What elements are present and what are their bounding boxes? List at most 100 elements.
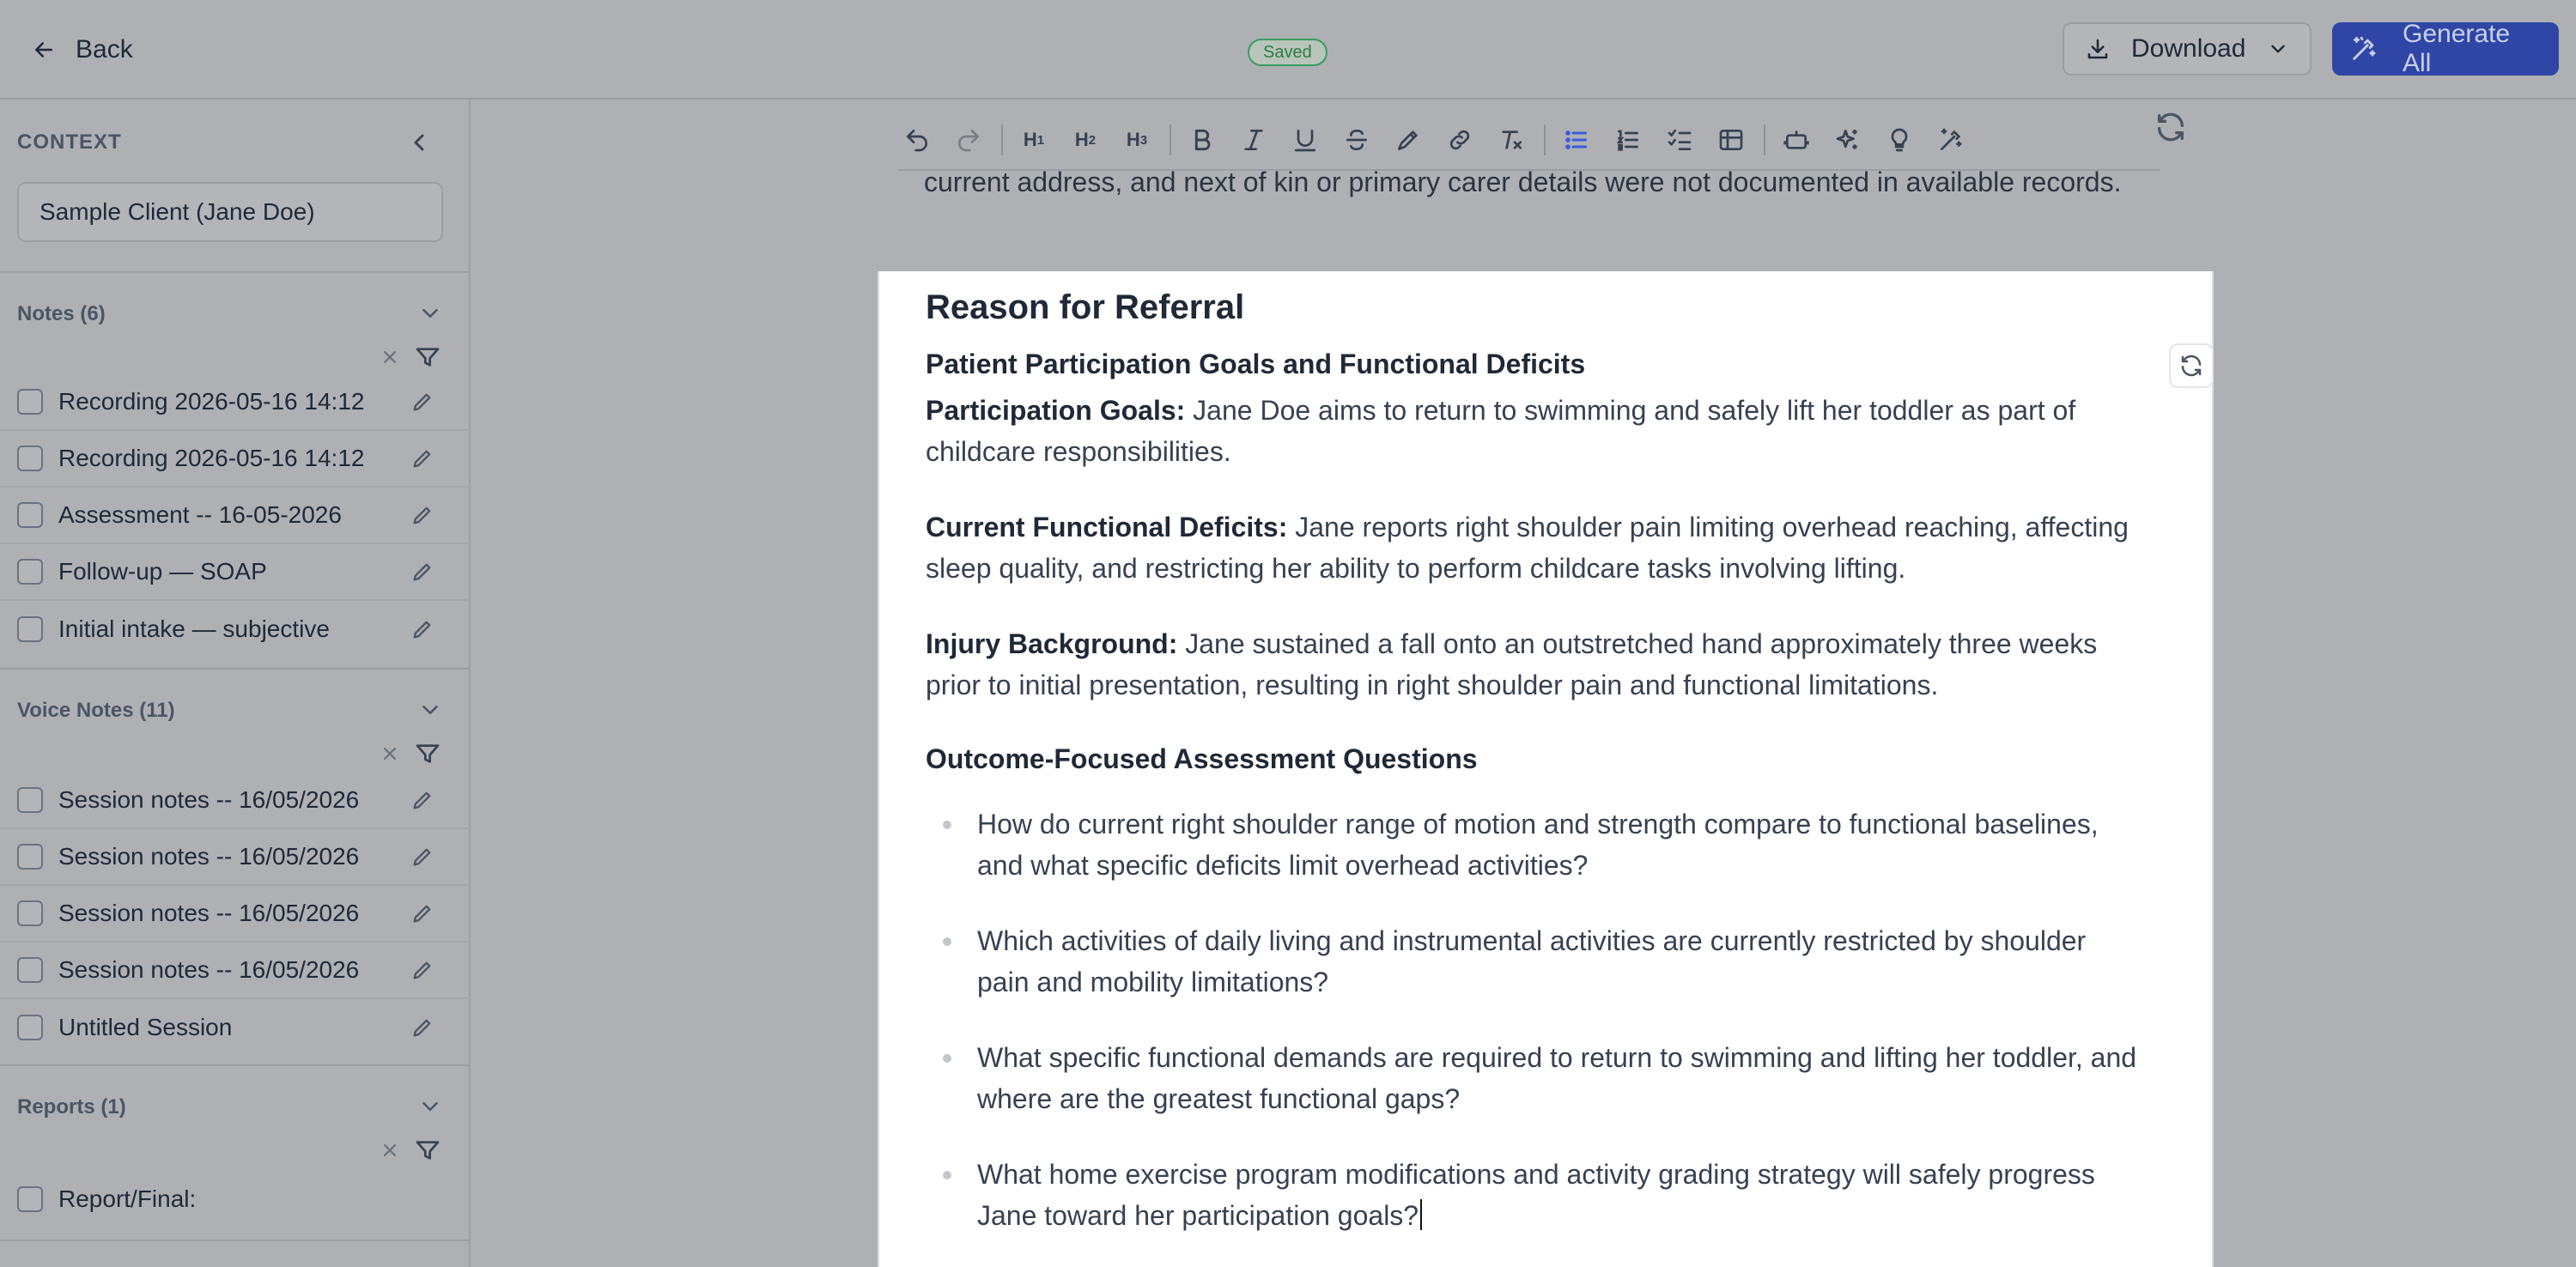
undo-button[interactable] <box>898 121 936 159</box>
pencil-icon[interactable] <box>410 390 434 414</box>
bullet-item: Which activities of daily living and ins… <box>926 920 2145 1003</box>
note-checkbox[interactable] <box>17 616 43 642</box>
voice-note-checkbox[interactable] <box>17 844 43 870</box>
bullet-item: What specific functional demands are req… <box>926 1037 2145 1119</box>
download-icon <box>2087 39 2108 59</box>
report-label: Report/Final: <box>58 1185 197 1212</box>
list-item[interactable]: Session notes -- 16/05/2026 <box>0 773 471 829</box>
download-button[interactable]: Download <box>2063 22 2312 76</box>
list-item[interactable]: Session notes -- 16/05/2026 <box>0 829 471 886</box>
context-sidebar: CONTEXT Sample Client (Jane Doe) Notes (… <box>0 100 471 1267</box>
filter-icon[interactable] <box>414 740 441 767</box>
voice-note-checkbox[interactable] <box>17 900 43 926</box>
link-icon <box>1449 130 1470 150</box>
list-item[interactable]: Report/Final: <box>0 1171 471 1228</box>
list-item[interactable]: Session notes -- 16/05/2026 <box>0 943 471 999</box>
heading-1-button[interactable]: H1 <box>1015 121 1053 159</box>
checklist-button[interactable] <box>1661 121 1698 159</box>
back-label: Back <box>76 35 133 64</box>
arrow-left-icon <box>35 42 52 58</box>
toolbar-separator <box>1544 124 1546 155</box>
pencil-icon[interactable] <box>410 901 434 925</box>
regenerate-section-button[interactable] <box>2169 343 2214 388</box>
bullet-list-button[interactable] <box>1558 121 1595 159</box>
clear-filter-icon[interactable] <box>378 345 402 369</box>
pencil-icon[interactable] <box>410 788 434 812</box>
suggestion-button[interactable] <box>1880 121 1918 159</box>
pencil-icon[interactable] <box>410 503 434 527</box>
pencil-icon[interactable] <box>410 845 434 869</box>
back-button[interactable]: Back <box>31 27 133 72</box>
magic-wand-icon <box>1941 128 1962 150</box>
paragraph-label: Participation Goals: <box>926 395 1186 426</box>
magic-wand-icon <box>2353 36 2376 60</box>
ai-assistant-button[interactable] <box>1777 121 1815 159</box>
filter-icon[interactable] <box>414 1137 441 1164</box>
heading-2-sub: 2 <box>1088 132 1097 148</box>
chevron-down-icon[interactable] <box>417 697 443 723</box>
voice-note-checkbox[interactable] <box>17 1015 43 1040</box>
note-checkbox[interactable] <box>17 559 43 585</box>
saved-status-badge: Saved <box>1248 39 1327 66</box>
paragraph-participation-goals: Participation Goals: Jane Doe aims to re… <box>926 390 2145 472</box>
collapse-sidebar-icon[interactable] <box>405 129 433 156</box>
pencil-icon[interactable] <box>410 617 434 641</box>
paragraph-label: Injury Background: <box>926 628 1178 659</box>
generate-all-button[interactable]: Generate All <box>2332 20 2559 77</box>
list-item[interactable]: Follow-up — SOAP <box>0 544 471 601</box>
note-checkbox[interactable] <box>17 502 43 528</box>
voice-note-label: Session notes -- 16/05/2026 <box>58 786 360 813</box>
redo-button[interactable] <box>950 121 987 159</box>
pencil-icon[interactable] <box>410 446 434 470</box>
note-checkbox[interactable] <box>17 446 43 471</box>
italic-button[interactable] <box>1235 121 1273 159</box>
list-item[interactable]: Untitled Session <box>0 999 471 1056</box>
heading-2-button[interactable]: H2 <box>1066 121 1104 159</box>
table-icon <box>1719 130 1743 150</box>
context-label: CONTEXT <box>17 130 122 154</box>
heading-2-label: H <box>1074 129 1089 150</box>
chevron-down-icon[interactable] <box>417 1094 443 1119</box>
undo-icon <box>907 130 927 152</box>
pencil-icon[interactable] <box>410 1015 434 1040</box>
client-selector[interactable]: Sample Client (Jane Doe) <box>17 182 443 242</box>
note-label: Initial intake — subjective <box>58 615 330 642</box>
section-heading: Reason for Referral <box>926 288 1245 326</box>
heading-3-label: H <box>1126 129 1140 150</box>
strikethrough-button[interactable] <box>1338 121 1376 159</box>
clear-formatting-button[interactable] <box>1492 121 1530 159</box>
refresh-icon[interactable] <box>2154 110 2188 144</box>
divider <box>0 1240 471 1241</box>
table-button[interactable] <box>1712 121 1750 159</box>
report-checkbox[interactable] <box>17 1186 43 1212</box>
underline-button[interactable] <box>1286 121 1324 159</box>
list-item[interactable]: Initial intake — subjective <box>0 601 471 658</box>
list-item[interactable]: Session notes -- 16/05/2026 <box>0 886 471 943</box>
pencil-icon[interactable] <box>410 958 434 982</box>
divider <box>0 271 471 273</box>
list-item[interactable]: Recording 2026-05-16 14:12 <box>0 431 471 488</box>
voice-note-checkbox[interactable] <box>17 957 43 983</box>
heading-3-button[interactable]: H3 <box>1118 121 1156 159</box>
generate-all-label: Generate All <box>2403 20 2511 77</box>
paragraph-injury-background: Injury Background: Jane sustained a fall… <box>926 623 2145 706</box>
list-item[interactable]: Recording 2026-05-16 14:12 <box>0 374 471 431</box>
clear-filter-icon[interactable] <box>378 742 402 766</box>
numbered-list-button[interactable] <box>1609 121 1647 159</box>
sparkles-button[interactable] <box>1829 121 1867 159</box>
link-button[interactable] <box>1441 121 1479 159</box>
editor-active-section[interactable]: Reason for Referral Patient Participatio… <box>878 271 2214 1267</box>
note-checkbox[interactable] <box>17 389 43 415</box>
filter-icon[interactable] <box>414 343 441 371</box>
voice-note-checkbox[interactable] <box>17 787 43 813</box>
note-label: Recording 2026-05-16 14:12 <box>58 445 365 471</box>
magic-rewrite-button[interactable] <box>1932 121 1970 159</box>
document-content[interactable]: Reason for Referral Patient Participatio… <box>926 282 2145 1267</box>
clear-filter-icon[interactable] <box>378 1138 402 1162</box>
chevron-down-icon[interactable] <box>417 300 443 326</box>
pencil-icon[interactable] <box>410 560 434 584</box>
list-item[interactable]: Assessment -- 16-05-2026 <box>0 488 471 544</box>
highlight-button[interactable] <box>1389 121 1427 159</box>
bold-button[interactable] <box>1183 121 1221 159</box>
notes-section-title: Notes (6) <box>17 302 106 325</box>
